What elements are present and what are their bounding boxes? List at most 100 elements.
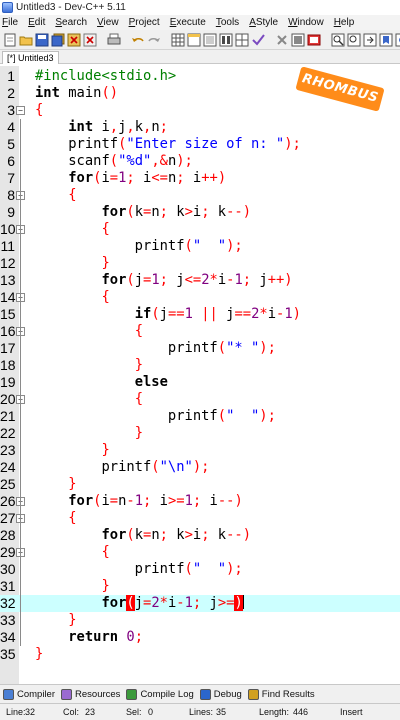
print-icon[interactable]: [107, 32, 121, 48]
menu-file[interactable]: File: [2, 17, 23, 28]
code-line[interactable]: 24 printf("\n");: [0, 459, 400, 476]
code-line[interactable]: 33 }: [0, 612, 400, 629]
code-line[interactable]: 15 if(j==1 || j==2*i-1): [0, 306, 400, 323]
code-line[interactable]: 34 return 0;: [0, 629, 400, 646]
line-number: 2: [7, 85, 15, 101]
menu-tools[interactable]: Tools: [216, 17, 244, 28]
code-line[interactable]: 27− {: [0, 510, 400, 527]
status-length-value: 446: [293, 707, 309, 717]
status-bar: Line: 32 Col: 23 Sel: 0 Lines: 35 Length…: [0, 703, 400, 720]
menu-search[interactable]: Search: [55, 17, 92, 28]
menu-edit[interactable]: Edit: [28, 17, 50, 28]
code-line[interactable]: 25 }: [0, 476, 400, 493]
close-all-icon[interactable]: [83, 32, 97, 48]
line-number: 21: [0, 408, 16, 424]
code-line[interactable]: 35}: [0, 646, 400, 663]
compile-icon[interactable]: [203, 32, 217, 48]
code-line[interactable]: 11 printf(" ");: [0, 238, 400, 255]
run-icon[interactable]: [219, 32, 233, 48]
profile-icon[interactable]: [307, 32, 321, 48]
close-file-icon[interactable]: [67, 32, 81, 48]
tab-find-results[interactable]: Find Results: [247, 688, 315, 700]
line-number: 15: [0, 306, 16, 322]
tab-compile-log[interactable]: Compile Log: [126, 688, 194, 700]
tab-debug[interactable]: Debug: [199, 688, 242, 700]
code-line[interactable]: 10− {: [0, 221, 400, 238]
code-line[interactable]: 8− {: [0, 187, 400, 204]
line-number: 34: [0, 629, 16, 645]
check-syntax-icon[interactable]: [251, 32, 265, 48]
code-text: {: [134, 323, 143, 339]
code-line[interactable]: 21 printf(" ");: [0, 408, 400, 425]
save-all-icon[interactable]: [51, 32, 65, 48]
bookmark-icon[interactable]: [379, 32, 393, 48]
code-line[interactable]: 13 for(j=1; j<=2*i-1; j++): [0, 272, 400, 289]
code-line[interactable]: 32 for(j=2*i-1; j>=): [0, 595, 400, 612]
code-line[interactable]: 19 else: [0, 374, 400, 391]
line-number: 29: [0, 544, 16, 560]
tab-untitled3[interactable]: [*] Untitled3: [2, 51, 59, 64]
undo-icon[interactable]: [131, 32, 145, 48]
tab-resources[interactable]: Resources: [61, 688, 120, 700]
code-line[interactable]: 5 printf("Enter size of n: ");: [0, 136, 400, 153]
menu-astyle[interactable]: AStyle: [249, 17, 283, 28]
code-line[interactable]: 7 for(i=1; i<=n; i++): [0, 170, 400, 187]
code-text: printf("* ");: [35, 340, 276, 356]
grid-view-icon[interactable]: [171, 32, 185, 48]
line-number: 11: [0, 238, 15, 254]
resources-icon: [61, 688, 73, 700]
menu-project[interactable]: Project: [129, 17, 165, 28]
code-text: }: [68, 612, 77, 628]
menu-execute[interactable]: Execute: [170, 17, 211, 28]
status-lines-value: 35: [216, 707, 227, 717]
menu-view[interactable]: View: [97, 17, 124, 28]
code-line[interactable]: 18 }: [0, 357, 400, 374]
open-folder-icon[interactable]: [19, 32, 33, 48]
compile-run-icon[interactable]: [235, 32, 249, 48]
code-line[interactable]: 23 }: [0, 442, 400, 459]
code-line[interactable]: 30 printf(" ");: [0, 561, 400, 578]
code-line[interactable]: 31 }: [0, 578, 400, 595]
code-line[interactable]: 26− for(i=n-1; i>=1; i--): [0, 493, 400, 510]
goto-line-icon[interactable]: [363, 32, 377, 48]
redo-icon[interactable]: [147, 32, 161, 48]
code-text: }: [134, 425, 143, 441]
fold-toggle-icon[interactable]: −: [16, 106, 25, 115]
code-line[interactable]: 14− {: [0, 289, 400, 306]
search-icon[interactable]: [331, 32, 345, 48]
editor-tab-bar: [*] Untitled3: [0, 50, 400, 64]
status-line-label: Line:: [6, 707, 26, 717]
code-line[interactable]: 22 }: [0, 425, 400, 442]
save-icon[interactable]: [35, 32, 49, 48]
code-line[interactable]: 16− {: [0, 323, 400, 340]
code-text: printf(" ");: [35, 238, 243, 254]
stop-execution-icon[interactable]: [275, 32, 289, 48]
debug-icon[interactable]: [291, 32, 305, 48]
code-line[interactable]: 20− {: [0, 391, 400, 408]
menu-window[interactable]: Window: [288, 17, 329, 28]
code-text: for(j=2*i-1; j>=): [101, 595, 244, 611]
code-line[interactable]: 3− {: [0, 102, 400, 119]
code-line[interactable]: 6 scanf("%d",&n);: [0, 153, 400, 170]
code-line[interactable]: 12 }: [0, 255, 400, 272]
new-file-icon[interactable]: [3, 32, 17, 48]
line-number: 7: [7, 170, 15, 186]
line-number: 9: [7, 204, 15, 220]
find-results-icon: [247, 688, 259, 700]
code-line[interactable]: 9 for(k=n; k>i; k--): [0, 204, 400, 221]
bottom-tab-label: Find Results: [261, 688, 315, 700]
window-icon[interactable]: [187, 32, 201, 48]
code-text: {: [68, 510, 77, 526]
line-number: 18: [0, 357, 16, 373]
code-line[interactable]: 17 printf("* ");: [0, 340, 400, 357]
find-replace-icon[interactable]: [347, 32, 361, 48]
menu-help[interactable]: Help: [334, 17, 360, 28]
code-line[interactable]: 29− {: [0, 544, 400, 561]
code-editor[interactable]: 1 #include<stdio.h> 2 int main() 3− {4 int i,…: [0, 66, 400, 684]
about-icon[interactable]: [395, 32, 400, 48]
code-text: if(j==1 || j==2*i-1): [134, 306, 301, 322]
code-line[interactable]: 4 int i,j,k,n;: [0, 119, 400, 136]
code-line[interactable]: 28 for(k=n; k>i; k--): [0, 527, 400, 544]
line-number: 6: [7, 153, 15, 169]
tab-compiler[interactable]: Compiler: [3, 688, 55, 700]
